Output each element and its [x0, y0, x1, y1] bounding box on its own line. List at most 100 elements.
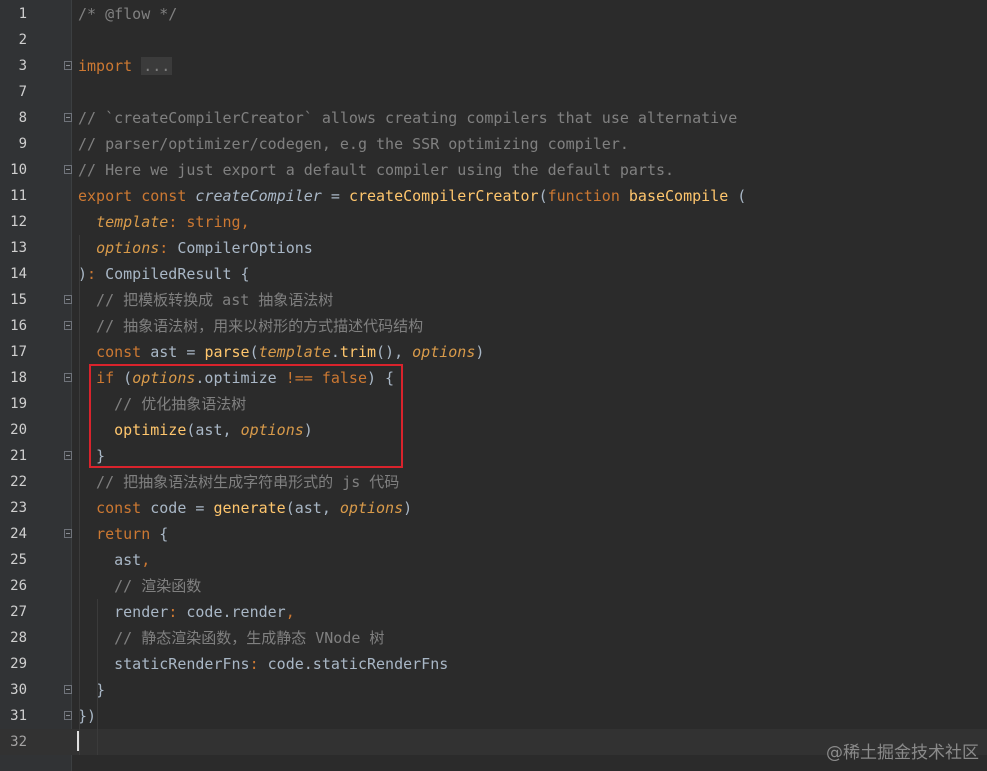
- code-line[interactable]: 29 staticRenderFns: code.staticRenderFns: [0, 651, 987, 677]
- code-token: export const: [78, 187, 196, 205]
- fold-toggle-icon[interactable]: [64, 685, 72, 694]
- code-token: generate: [213, 499, 286, 517]
- code-token: template: [258, 343, 331, 361]
- code-line[interactable]: 25 ast,: [0, 547, 987, 573]
- code-token: staticRenderFns: [78, 655, 250, 673]
- fold-toggle-icon[interactable]: [64, 165, 72, 174]
- code-text: }): [78, 703, 96, 729]
- code-token: createCompiler: [195, 187, 322, 205]
- code-text: // 抽象语法树，用来以树形的方式描述代码结构: [78, 313, 423, 339]
- fold-toggle-icon[interactable]: [64, 295, 72, 304]
- code-token: options: [339, 499, 404, 517]
- watermark: @稀土掘金技术社区: [826, 743, 979, 763]
- code-token: // `createCompilerCreator` allows creati…: [78, 109, 738, 127]
- code-text: /* @flow */: [78, 1, 177, 27]
- line-number: 18: [10, 370, 27, 386]
- code-token: string: [186, 213, 241, 231]
- code-line[interactable]: 15 // 把模板转换成 ast 抽象语法树: [0, 287, 987, 313]
- fold-toggle-icon[interactable]: [64, 113, 72, 122]
- code-token: CompilerOptions: [177, 239, 313, 257]
- line-number: 31: [10, 708, 27, 724]
- code-line[interactable]: 10 // Here we just export a default compi…: [0, 157, 987, 183]
- fold-toggle-icon[interactable]: [64, 321, 72, 330]
- code-token: // 静态渲染函数，生成静态 VNode 树: [78, 629, 385, 647]
- code-line[interactable]: 28 // 静态渲染函数，生成静态 VNode 树: [0, 625, 987, 651]
- code-token: ast: [78, 551, 142, 569]
- code-token: // 渲染函数: [78, 577, 202, 595]
- line-number: 26: [10, 578, 27, 594]
- code-token: ): [475, 343, 485, 361]
- line-number: 1: [18, 6, 27, 22]
- code-text: staticRenderFns: code.staticRenderFns: [78, 651, 448, 677]
- code-line[interactable]: 27 render: code.render,: [0, 599, 987, 625]
- line-number: 13: [10, 240, 27, 256]
- code-line[interactable]: 2: [0, 27, 987, 53]
- code-token: render: [78, 603, 169, 621]
- code-token: {: [159, 525, 169, 543]
- code-line[interactable]: 11 export const createCompiler = createCo…: [0, 183, 987, 209]
- code-line[interactable]: 3 import ...: [0, 53, 987, 79]
- code-line[interactable]: 24 return {: [0, 521, 987, 547]
- indent-guide: [79, 235, 80, 755]
- code-line[interactable]: 1 /* @flow */: [0, 1, 987, 27]
- indent-guide: [97, 599, 98, 755]
- code-token: ,: [285, 603, 295, 621]
- code-line[interactable]: 14): CompiledResult {: [0, 261, 987, 287]
- code-token: :: [87, 265, 106, 283]
- code-token: const: [96, 499, 151, 517]
- code-token: function: [547, 187, 629, 205]
- code-token: .: [330, 343, 340, 361]
- code-line[interactable]: 23 const code = generate(ast, options): [0, 495, 987, 521]
- code-line[interactable]: 30 }: [0, 677, 987, 703]
- code-text: const code = generate(ast, options): [78, 495, 412, 521]
- line-number: 19: [10, 396, 27, 412]
- line-number: 29: [10, 656, 27, 672]
- line-number: 27: [10, 604, 27, 620]
- code-line[interactable]: 7: [0, 79, 987, 105]
- line-number: 22: [10, 474, 27, 490]
- line-number: 7: [18, 84, 27, 100]
- code-text: // Here we just export a default compile…: [78, 157, 674, 183]
- code-line[interactable]: 17 const ast = parse(template.trim(), op…: [0, 339, 987, 365]
- code-text: // 静态渲染函数，生成静态 VNode 树: [78, 625, 384, 651]
- code-token: baseCompile: [628, 187, 729, 205]
- line-number: 25: [10, 552, 27, 568]
- code-text: }: [78, 677, 105, 703]
- code-text: // 渲染函数: [78, 573, 201, 599]
- code-token: parse: [204, 343, 250, 361]
- code-token: const: [96, 343, 151, 361]
- fold-toggle-icon[interactable]: [64, 711, 72, 720]
- code-token: options: [412, 343, 476, 361]
- fold-toggle-icon[interactable]: [64, 529, 72, 538]
- line-number: 23: [10, 500, 27, 516]
- code-line[interactable]: 26 // 渲染函数: [0, 573, 987, 599]
- line-number: 24: [10, 526, 27, 542]
- fold-toggle-icon[interactable]: [64, 373, 72, 382]
- code-text: // 把模板转换成 ast 抽象语法树: [78, 287, 333, 313]
- code-token: /* @flow */: [78, 5, 178, 23]
- line-number: 16: [10, 318, 27, 334]
- code-token: (: [728, 187, 747, 205]
- fold-toggle-icon[interactable]: [64, 61, 72, 70]
- code-line[interactable]: 13 options: CompilerOptions: [0, 235, 987, 261]
- line-number: 10: [10, 162, 27, 178]
- code-line[interactable]: 9 // parser/optimizer/codegen, e.g the SS…: [0, 131, 987, 157]
- code-text: // 把抽象语法树生成字符串形式的 js 代码: [78, 469, 399, 495]
- code-line[interactable]: 22 // 把抽象语法树生成字符串形式的 js 代码: [0, 469, 987, 495]
- code-token: =: [321, 187, 349, 205]
- fold-toggle-icon[interactable]: [64, 451, 72, 460]
- code-token: code.render: [186, 603, 286, 621]
- line-number: 11: [10, 188, 27, 204]
- code-line[interactable]: 8 // `createCompilerCreator` allows creat…: [0, 105, 987, 131]
- code-token: // 把模板转换成 ast 抽象语法树: [78, 291, 334, 309]
- code-line[interactable]: 31}): [0, 703, 987, 729]
- code-text: import ...: [78, 53, 173, 79]
- code-text: // parser/optimizer/codegen, e.g the SSR…: [78, 131, 629, 157]
- code-line[interactable]: 16 // 抽象语法树，用来以树形的方式描述代码结构: [0, 313, 987, 339]
- code-line[interactable]: 12 template: string,: [0, 209, 987, 235]
- code-token: // 抽象语法树，用来以树形的方式描述代码结构: [78, 317, 424, 335]
